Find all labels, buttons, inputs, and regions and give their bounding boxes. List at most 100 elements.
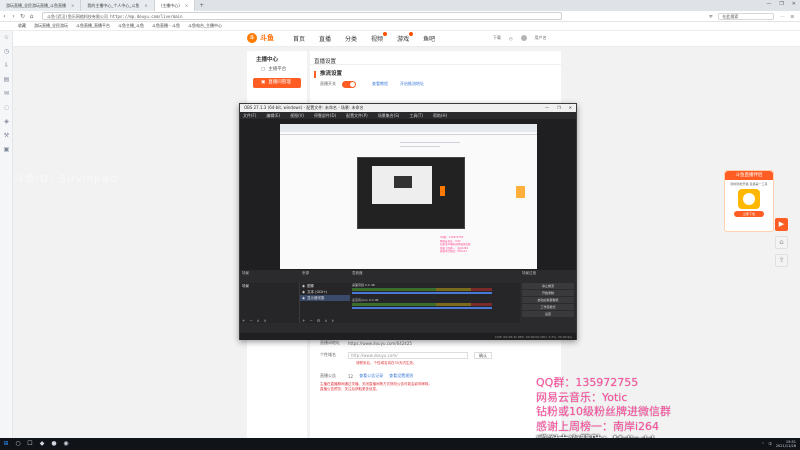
minimize-button[interactable]: — xyxy=(766,1,771,7)
bookmark-item[interactable]: 斗鱼主播_斗鱼 xyxy=(118,23,144,29)
down-icon[interactable]: ∨ xyxy=(331,318,334,323)
studio-mode-button[interactable]: 工作室模式 xyxy=(522,304,574,310)
home-icon[interactable]: ⌂ xyxy=(27,13,36,20)
new-tab-button[interactable]: + xyxy=(195,0,208,11)
nav-live[interactable]: 直播 xyxy=(319,34,331,43)
eye-icon[interactable]: ◉ xyxy=(302,295,305,301)
game-icon[interactable]: ◈ xyxy=(0,115,13,129)
menu-file[interactable]: 文件(F) xyxy=(243,112,256,119)
custom-domain-input[interactable]: http://www.douyu.com/ xyxy=(348,351,468,359)
menu-docks[interactable]: 停靠部件(D) xyxy=(314,112,336,119)
close-icon[interactable]: ✕ xyxy=(71,0,74,11)
left-item-platform[interactable]: ▢ 主播平台 xyxy=(247,64,307,76)
menu-edit[interactable]: 编辑(E) xyxy=(266,112,280,119)
browser-app-icon[interactable]: ◆ xyxy=(36,438,48,450)
confirm-button[interactable]: 确认 xyxy=(474,351,492,359)
start-recording-button[interactable]: 开始录制 xyxy=(522,290,574,296)
history-icon[interactable]: ◷ xyxy=(509,36,513,41)
site-logo[interactable]: 斗 斗鱼 xyxy=(247,33,274,43)
browser-tab-active[interactable]: (主播中心) ✕ xyxy=(154,0,196,11)
app-icon[interactable]: ▣ xyxy=(0,143,13,157)
notice-history-link[interactable]: 查看公告记录 xyxy=(359,373,383,379)
home-icon[interactable]: ⌂ xyxy=(775,236,788,249)
close-icon[interactable]: ✕ xyxy=(185,0,188,11)
star-icon[interactable]: ☆ xyxy=(0,31,13,45)
ime-indicator[interactable]: 中 xyxy=(768,442,772,447)
download-icon[interactable]: ⇩ xyxy=(0,59,13,73)
live-toggle[interactable] xyxy=(342,80,356,88)
down-icon[interactable]: ∨ xyxy=(264,318,267,323)
task-view-icon[interactable]: ☐ xyxy=(24,438,36,450)
obs-app-icon[interactable]: ● xyxy=(48,438,60,450)
download-link[interactable]: 下载 xyxy=(493,35,501,41)
bookmark-item[interactable]: 斗鱼电台_主播中心 xyxy=(188,23,222,29)
close-icon[interactable]: ✕ xyxy=(144,0,147,11)
restore-button[interactable]: ❐ xyxy=(557,104,561,112)
remove-icon[interactable]: − xyxy=(249,318,252,323)
forward-icon[interactable]: › xyxy=(9,13,18,20)
preview-line xyxy=(280,134,537,135)
clock[interactable]: 19:51 2021/11/28 xyxy=(776,440,796,448)
nav-home[interactable]: 首页 xyxy=(293,34,305,43)
extensions-icon[interactable]: ⋯ xyxy=(780,14,784,19)
source-item[interactable]: ◉ 显示器采集 xyxy=(300,295,350,301)
add-icon[interactable]: + xyxy=(302,318,305,323)
up-icon[interactable]: ∧ xyxy=(324,318,327,323)
settings-button[interactable]: 设置 xyxy=(522,311,574,317)
close-window-button[interactable]: ✕ xyxy=(792,1,796,7)
up-icon[interactable]: ∧ xyxy=(257,318,260,323)
play-icon[interactable]: ▶ xyxy=(775,218,788,231)
obs-preview[interactable]: QQ群：135972755 网易云音乐：Yotic 钻粉或10级粉丝牌进微信群 … xyxy=(280,124,537,269)
nav-yuba[interactable]: 鱼吧 xyxy=(423,34,435,43)
browser-tab[interactable]: 游玩直播_全民游玩直播_斗鱼直播 ✕ xyxy=(0,0,82,11)
promo-card[interactable]: 斗鱼直播伴侣 随时随地开播 直播第一工具 立即下载 xyxy=(724,170,774,232)
restore-button[interactable]: ❐ xyxy=(779,1,783,7)
bookmark-item[interactable]: 收藏 xyxy=(18,23,26,29)
address-bar[interactable]: 斗鱼(武汉)鱼乐网络科技有限公司 https://mp.douyu.com/li… xyxy=(42,12,562,20)
chat-icon[interactable]: ◌ xyxy=(0,101,13,115)
bookmark-item[interactable]: 斗鱼直播 - 斗鱼 xyxy=(152,23,180,29)
share-icon[interactable]: ⇪ xyxy=(775,254,788,267)
browser-search-input[interactable]: 在此搜索 xyxy=(718,12,775,20)
username[interactable]: 用户名 xyxy=(535,35,547,41)
menu-profile[interactable]: 配置文件(P) xyxy=(346,112,368,119)
back-icon[interactable]: ‹ xyxy=(0,13,9,20)
promo-download-button[interactable]: 立即下载 xyxy=(734,211,764,217)
history-icon[interactable]: ◷ xyxy=(0,45,13,59)
menu-view[interactable]: 视图(V) xyxy=(290,112,304,119)
scene-item[interactable]: 场景 xyxy=(240,283,299,289)
app-icon[interactable]: ◉ xyxy=(60,438,72,450)
notes-icon[interactable]: ▤ xyxy=(0,73,13,87)
bookmark-item[interactable]: 斗鱼直播_直播平台 xyxy=(76,23,110,29)
stop-stream-button[interactable]: 停止推流 xyxy=(522,283,574,289)
volume-fader[interactable] xyxy=(352,307,492,309)
mail-icon[interactable]: ✉ xyxy=(0,87,13,101)
menu-icon[interactable]: ☰ xyxy=(790,14,794,19)
minimize-button[interactable]: — xyxy=(545,104,549,112)
tools-icon[interactable]: ⚒ xyxy=(0,129,13,143)
obs-titlebar[interactable]: OBS 27.1.3 (64-bit, windows) - 配置文件: 未命名… xyxy=(240,104,576,112)
browser-tab[interactable]: 我的主播中心_个人中心_斗鱼 ✕ xyxy=(81,0,155,11)
menu-help[interactable]: 帮助(H) xyxy=(433,112,447,119)
search-icon[interactable]: ○ xyxy=(12,438,24,450)
nav-video[interactable]: 视频 xyxy=(371,32,388,43)
left-item-room-manage[interactable]: ▣ 直播间管理 xyxy=(253,78,301,88)
shield-icon[interactable]: ⛨ xyxy=(709,14,712,19)
bookmark-item[interactable]: 游玩直播_全民游玩 xyxy=(34,23,68,29)
nav-game[interactable]: 游戏 xyxy=(397,32,414,43)
virtual-camera-button[interactable]: 启动虚拟摄像机 xyxy=(522,297,574,303)
start-icon[interactable]: ⊞ xyxy=(0,438,12,450)
close-window-button[interactable]: ✕ xyxy=(569,104,572,112)
menu-tools[interactable]: 工具(T) xyxy=(409,112,423,119)
stream-address-link[interactable]: 开启推流地址 xyxy=(400,81,424,87)
add-icon[interactable]: + xyxy=(242,318,245,323)
notice-rules-link[interactable]: 查看设置规则 xyxy=(389,373,413,379)
tray-expand-icon[interactable]: ^ xyxy=(761,442,764,446)
nav-category[interactable]: 分类 xyxy=(345,34,357,43)
avatar[interactable] xyxy=(520,35,527,41)
tutorial-link[interactable]: 查看教程 xyxy=(372,81,388,87)
remove-icon[interactable]: − xyxy=(309,318,312,323)
menu-scene-collection[interactable]: 场景集合(S) xyxy=(378,112,400,119)
gear-icon[interactable]: ⚙ xyxy=(317,318,321,323)
reload-icon[interactable]: ↻ xyxy=(18,13,27,20)
